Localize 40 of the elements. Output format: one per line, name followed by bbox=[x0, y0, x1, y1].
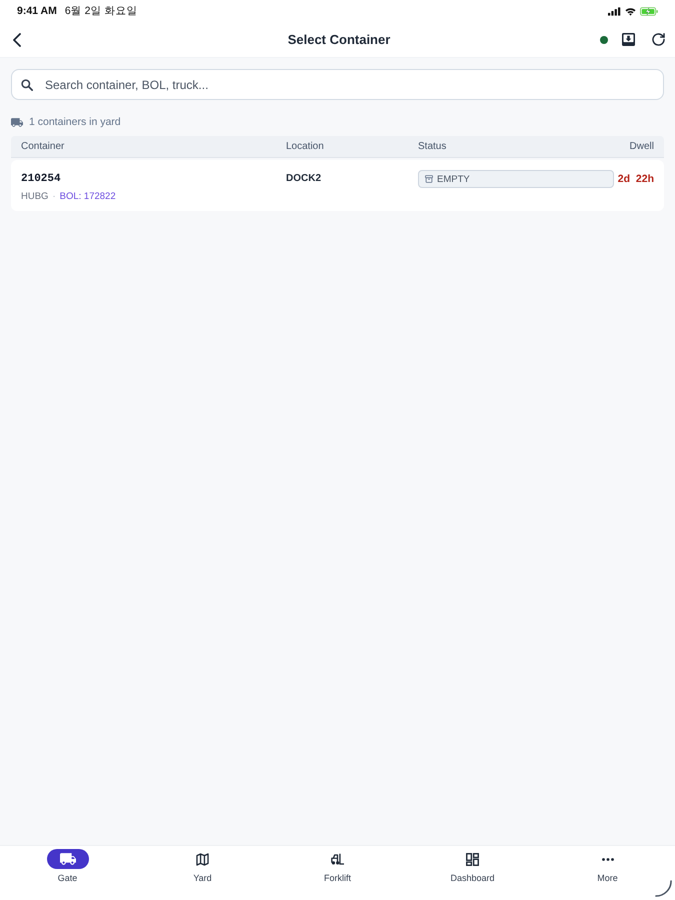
nav-tab[interactable]: Dashboard bbox=[405, 846, 540, 900]
container-count: 1 containers in yard bbox=[29, 116, 121, 128]
wifi-icon bbox=[625, 6, 636, 16]
download-icon bbox=[622, 33, 635, 46]
status-date: 6월 2일 화요일 bbox=[64, 4, 138, 18]
truck-icon bbox=[11, 118, 23, 126]
search-field[interactable]: Search container, BOL, truck... bbox=[11, 69, 664, 100]
back-button[interactable] bbox=[13, 32, 21, 46]
separator-dot: · bbox=[52, 191, 56, 203]
column-header: Location bbox=[286, 141, 325, 152]
nav-tab[interactable]: Yard bbox=[135, 846, 270, 900]
column-header: Status bbox=[418, 141, 448, 152]
truck-icon bbox=[46, 849, 88, 869]
more-icon bbox=[602, 858, 614, 860]
nav-tab[interactable]: Forklift bbox=[270, 846, 405, 900]
nav-tab[interactable]: More bbox=[540, 846, 675, 900]
column-header: Dwell bbox=[630, 141, 654, 152]
page-title: Select Container bbox=[288, 32, 390, 47]
bol-number: BOL: 172822 bbox=[60, 191, 116, 203]
location-cell-text: DOCK2 bbox=[286, 172, 322, 186]
signal-icon bbox=[608, 6, 621, 16]
refresh-button[interactable] bbox=[652, 33, 665, 46]
container-row[interactable]: 210254 HUBG · BOL: 172822 DOCK2 EMPTY 2d 22h bbox=[11, 160, 664, 211]
download-button[interactable] bbox=[622, 33, 635, 46]
dwell-time: 2d 22h bbox=[616, 172, 654, 187]
forklift-icon bbox=[331, 852, 344, 866]
chevron-left-icon bbox=[13, 32, 21, 46]
container-number: 210254 bbox=[21, 172, 61, 187]
refresh-icon bbox=[652, 33, 665, 46]
dashboard-icon bbox=[466, 852, 479, 866]
search-icon bbox=[21, 79, 33, 91]
spinner-icon bbox=[655, 880, 672, 897]
battery-icon bbox=[640, 6, 658, 16]
status-badge: EMPTY bbox=[418, 170, 614, 188]
carrier-code: HUBG bbox=[21, 191, 48, 203]
box-icon bbox=[425, 175, 433, 183]
column-header: Container bbox=[21, 141, 66, 152]
nav-tab[interactable]: Gate bbox=[0, 846, 135, 900]
map-icon bbox=[196, 852, 209, 866]
status-time: 9:41 AM bbox=[17, 5, 57, 17]
